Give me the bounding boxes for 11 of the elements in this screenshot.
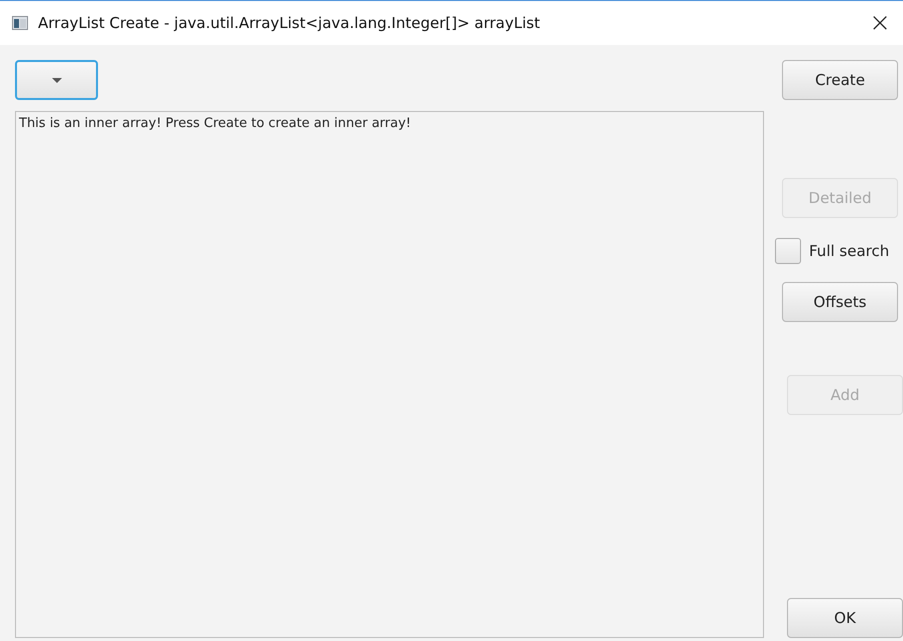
- close-button[interactable]: ×: [857, 3, 903, 43]
- window-icon: [12, 16, 28, 30]
- text-area[interactable]: This is an inner array! Press Create to create an inner array!: [15, 111, 764, 638]
- action-button[interactable]: Offsets: [782, 282, 898, 322]
- dropdown[interactable]: [15, 60, 98, 100]
- checkbox[interactable]: [775, 238, 801, 264]
- action-button[interactable]: Create: [782, 60, 898, 100]
- ok-button[interactable]: OK: [787, 598, 903, 638]
- window-title: ArrayList Create - java.util.ArrayList<java.lang.Integer[]> arrayList: [38, 14, 541, 32]
- checkbox-label: Full search: [809, 242, 890, 260]
- caret-icon: [52, 78, 62, 82]
